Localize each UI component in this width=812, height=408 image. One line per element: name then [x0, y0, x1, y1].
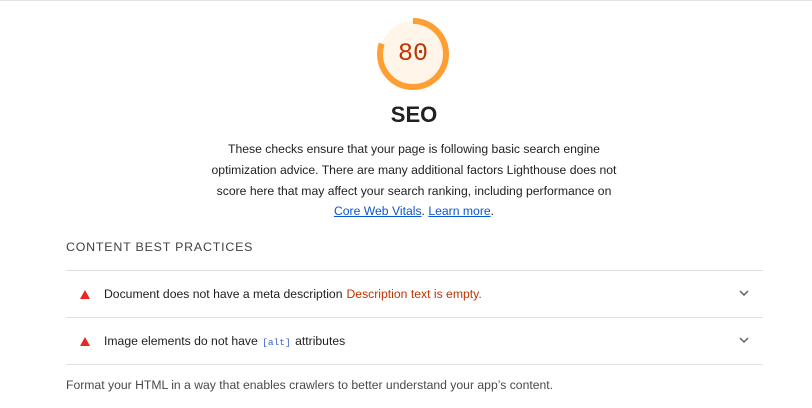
audit-title: Image elements do not have [alt] attribu… — [104, 318, 345, 366]
score-value: 80 — [397, 39, 428, 68]
score-gauge[interactable]: 80 — [374, 15, 452, 93]
audit-title: Document does not have a meta descriptio… — [104, 271, 482, 318]
audit-display-value: Description text is empty. — [346, 287, 482, 301]
description-text: These checks ensure that your page is fo… — [211, 142, 617, 198]
audit-title-text: Image elements do not have — [104, 334, 262, 348]
learn-more-link[interactable]: Learn more — [428, 204, 490, 218]
seo-report: 80 SEO These checks ensure that your pag… — [0, 0, 812, 408]
group-description: Format your HTML in a way that enables c… — [66, 378, 554, 392]
audit-code: [alt] — [262, 337, 291, 348]
chevron-down-icon[interactable] — [739, 336, 749, 344]
audit-meta-description[interactable]: Document does not have a meta descriptio… — [66, 271, 763, 318]
audit-title-text: Document does not have a meta descriptio… — [104, 287, 343, 301]
chevron-down-icon[interactable] — [739, 289, 749, 297]
fail-triangle-icon — [80, 337, 90, 346]
group-title: CONTENT BEST PRACTICES — [66, 240, 254, 254]
description-end: . — [490, 204, 495, 219]
audit-title-suffix: attributes — [291, 334, 346, 348]
audit-image-alt[interactable]: Image elements do not have [alt] attribu… — [66, 318, 763, 365]
audit-list: Document does not have a meta descriptio… — [66, 270, 763, 365]
fail-triangle-icon — [80, 290, 90, 299]
core-web-vitals-link[interactable]: Core Web Vitals — [334, 204, 422, 218]
category-title: SEO — [390, 102, 438, 127]
category-description: These checks ensure that your page is fo… — [206, 139, 622, 222]
